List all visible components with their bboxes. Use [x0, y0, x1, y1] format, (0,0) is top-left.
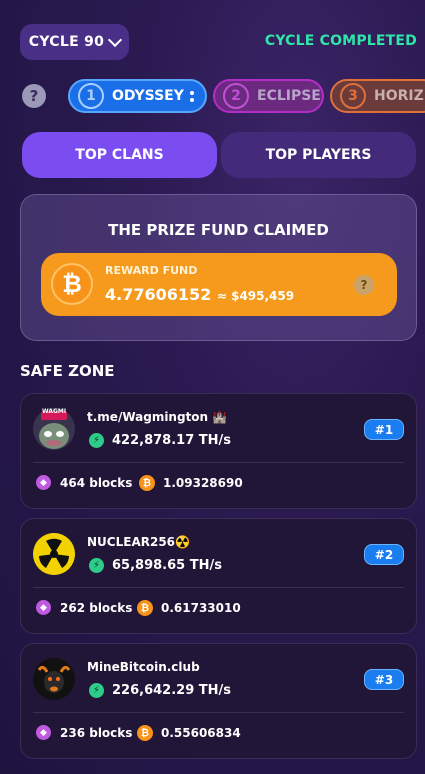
tab-top-clans[interactable]: TOP CLANS: [22, 132, 217, 178]
avatar-text: WAGMI: [42, 408, 67, 415]
league-label: ECLIPSE: [257, 88, 321, 104]
hashrate-icon: ⚡: [89, 558, 104, 573]
more-options-icon[interactable]: [189, 90, 194, 102]
reward-usd-value: ≈ $495,459: [216, 289, 295, 303]
clan-btc: 0.61733010: [161, 601, 241, 615]
clan-avatar: [33, 533, 75, 575]
clan-name: t.me/Wagmington 🏰: [87, 410, 228, 424]
blocks-icon: ◆: [36, 725, 51, 740]
league-label: HORIZ: [374, 88, 424, 104]
bitcoin-icon: ₿: [137, 725, 153, 741]
blocks-icon: ◆: [36, 475, 51, 490]
help-icon[interactable]: ?: [22, 84, 46, 108]
cycle-status: CYCLE COMPLETED: [264, 33, 417, 49]
clan-hashrate: 65,898.65 TH/s: [112, 558, 222, 573]
clan-card[interactable]: [20, 643, 417, 759]
card-divider: [33, 712, 404, 713]
league-number: 3: [340, 83, 366, 109]
clan-blocks: 262 blocks: [60, 601, 133, 615]
rank-badge: #2: [364, 544, 404, 565]
card-divider: [33, 587, 404, 588]
league-tab-odyssey[interactable]: 1 ODYSSEY: [68, 79, 207, 113]
reward-help-icon[interactable]: ?: [354, 275, 374, 295]
clan-btc: 1.09328690: [163, 476, 243, 490]
rank-badge: #3: [364, 669, 404, 690]
league-tab-eclipse[interactable]: 2 ECLIPSE: [213, 79, 324, 113]
card-divider: [33, 462, 404, 463]
clan-name: MineBitcoin.club: [87, 660, 200, 674]
cycle-label: CYCLE 90: [28, 34, 105, 50]
clan-hashrate: 422,878.17 TH/s: [112, 433, 231, 448]
league-number: 2: [223, 83, 249, 109]
reward-label: REWARD FUND: [105, 264, 198, 277]
clan-blocks: 464 blocks: [60, 476, 133, 490]
prize-title: THE PRIZE FUND CLAIMED: [108, 221, 329, 239]
rank-badge: #1: [364, 419, 404, 440]
blocks-icon: ◆: [36, 600, 51, 615]
reward-btc-amount: 4.77606152: [105, 285, 212, 304]
chevron-down-icon: [108, 32, 123, 48]
hashrate-icon: ⚡: [89, 433, 104, 448]
league-tab-horizon[interactable]: 3 HORIZ: [330, 79, 425, 113]
cycle-selector[interactable]: CYCLE 90: [20, 24, 129, 60]
tab-top-players[interactable]: TOP PLAYERS: [221, 132, 416, 178]
clan-hashrate: 226,642.29 TH/s: [112, 683, 231, 698]
hashrate-icon: ⚡: [89, 683, 104, 698]
clan-card[interactable]: [20, 518, 417, 634]
reward-amount: 4.77606152 ≈ $495,459: [105, 285, 294, 304]
clan-avatar: [33, 658, 75, 700]
clan-name: NUCLEAR256☢️: [87, 535, 190, 549]
bitcoin-icon: ₿: [51, 263, 93, 305]
clan-blocks: 236 blocks: [60, 726, 133, 740]
bitcoin-icon: ₿: [139, 475, 155, 491]
clan-btc: 0.55606834: [161, 726, 241, 740]
bitcoin-icon: ₿: [137, 600, 153, 616]
league-label: ODYSSEY: [112, 88, 184, 104]
league-number: 1: [78, 83, 104, 109]
section-title: SAFE ZONE: [20, 362, 115, 380]
